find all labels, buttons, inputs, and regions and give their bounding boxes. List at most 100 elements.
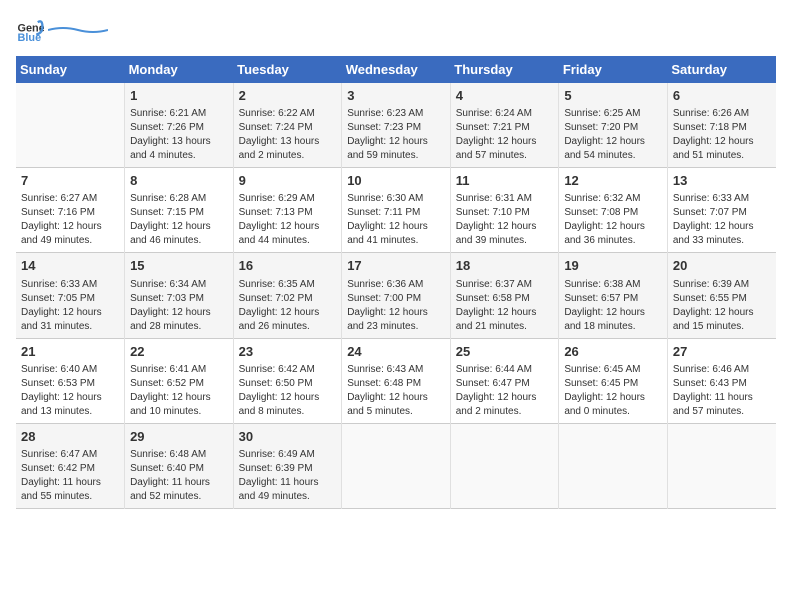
calendar-cell: 18 Sunrise: 6:37 AM Sunset: 6:58 PM Dayli… xyxy=(450,253,559,338)
day-number: 5 xyxy=(564,87,662,105)
day-info: Sunrise: 6:37 AM Sunset: 6:58 PM Dayligh… xyxy=(456,278,554,334)
day-info: Sunrise: 6:38 AM Sunset: 6:57 PM Dayligh… xyxy=(564,278,662,334)
calendar-cell xyxy=(16,83,125,168)
day-info: Sunrise: 6:43 AM Sunset: 6:48 PM Dayligh… xyxy=(347,363,445,419)
calendar-cell: 17 Sunrise: 6:36 AM Sunset: 7:00 PM Dayli… xyxy=(342,253,451,338)
calendar-cell: 27 Sunrise: 6:46 AM Sunset: 6:43 PM Dayli… xyxy=(667,338,776,423)
calendar-cell: 11Sunrise: 6:31 AM Sunset: 7:10 PM Dayli… xyxy=(450,168,559,253)
day-number: 10 xyxy=(347,172,445,190)
day-number: 16 xyxy=(239,257,337,275)
day-of-week-sunday: Sunday xyxy=(16,56,125,83)
day-info: Sunrise: 6:39 AM Sunset: 6:55 PM Dayligh… xyxy=(673,278,771,334)
day-info: Sunrise: 6:28 AM Sunset: 7:15 PM Dayligh… xyxy=(130,192,228,248)
day-info: Sunrise: 6:29 AM Sunset: 7:13 PM Dayligh… xyxy=(239,192,337,248)
day-number: 14 xyxy=(21,257,119,275)
day-number: 29 xyxy=(130,428,228,446)
calendar-cell: 28 Sunrise: 6:47 AM Sunset: 6:42 PM Dayli… xyxy=(16,423,125,508)
day-number: 1 xyxy=(130,87,228,105)
calendar-cell: 21 Sunrise: 6:40 AM Sunset: 6:53 PM Dayli… xyxy=(16,338,125,423)
day-number: 30 xyxy=(239,428,337,446)
day-info: Sunrise: 6:21 AM Sunset: 7:26 PM Dayligh… xyxy=(130,107,228,163)
day-info: Sunrise: 6:26 AM Sunset: 7:18 PM Dayligh… xyxy=(673,107,771,163)
day-info: Sunrise: 6:32 AM Sunset: 7:08 PM Dayligh… xyxy=(564,192,662,248)
day-info: Sunrise: 6:27 AM Sunset: 7:16 PM Dayligh… xyxy=(21,192,119,248)
calendar-cell: 25 Sunrise: 6:44 AM Sunset: 6:47 PM Dayli… xyxy=(450,338,559,423)
day-number: 27 xyxy=(673,343,771,361)
calendar-cell xyxy=(342,423,451,508)
day-of-week-thursday: Thursday xyxy=(450,56,559,83)
calendar-cell: 8 Sunrise: 6:28 AM Sunset: 7:15 PM Daylig… xyxy=(125,168,234,253)
day-info: Sunrise: 6:47 AM Sunset: 6:42 PM Dayligh… xyxy=(21,448,119,504)
day-number: 15 xyxy=(130,257,228,275)
day-number: 9 xyxy=(239,172,337,190)
calendar-cell: 13Sunrise: 6:33 AM Sunset: 7:07 PM Dayli… xyxy=(667,168,776,253)
calendar-cell: 7Sunrise: 6:27 AM Sunset: 7:16 PM Daylig… xyxy=(16,168,125,253)
calendar-cell: 19 Sunrise: 6:38 AM Sunset: 6:57 PM Dayli… xyxy=(559,253,668,338)
calendar-cell: 20 Sunrise: 6:39 AM Sunset: 6:55 PM Dayli… xyxy=(667,253,776,338)
day-number: 6 xyxy=(673,87,771,105)
day-info: Sunrise: 6:24 AM Sunset: 7:21 PM Dayligh… xyxy=(456,107,554,163)
day-number: 13 xyxy=(673,172,771,190)
logo: General Blue xyxy=(16,16,108,44)
calendar-cell: 2 Sunrise: 6:22 AM Sunset: 7:24 PM Daylig… xyxy=(233,83,342,168)
day-number: 21 xyxy=(21,343,119,361)
day-info: Sunrise: 6:49 AM Sunset: 6:39 PM Dayligh… xyxy=(239,448,337,504)
day-of-week-wednesday: Wednesday xyxy=(342,56,451,83)
day-of-week-friday: Friday xyxy=(559,56,668,83)
calendar-cell: 3 Sunrise: 6:23 AM Sunset: 7:23 PM Daylig… xyxy=(342,83,451,168)
day-number: 20 xyxy=(673,257,771,275)
calendar-cell: 22 Sunrise: 6:41 AM Sunset: 6:52 PM Dayli… xyxy=(125,338,234,423)
day-of-week-saturday: Saturday xyxy=(667,56,776,83)
day-info: Sunrise: 6:23 AM Sunset: 7:23 PM Dayligh… xyxy=(347,107,445,163)
calendar-cell: 30 Sunrise: 6:49 AM Sunset: 6:39 PM Dayli… xyxy=(233,423,342,508)
day-number: 28 xyxy=(21,428,119,446)
calendar-cell: 12 Sunrise: 6:32 AM Sunset: 7:08 PM Dayli… xyxy=(559,168,668,253)
day-number: 2 xyxy=(239,87,337,105)
calendar-cell: 16 Sunrise: 6:35 AM Sunset: 7:02 PM Dayli… xyxy=(233,253,342,338)
day-info: Sunrise: 6:46 AM Sunset: 6:43 PM Dayligh… xyxy=(673,363,771,419)
calendar-cell: 23Sunrise: 6:42 AM Sunset: 6:50 PM Dayli… xyxy=(233,338,342,423)
calendar-cell: 4 Sunrise: 6:24 AM Sunset: 7:21 PM Daylig… xyxy=(450,83,559,168)
day-info: Sunrise: 6:22 AM Sunset: 7:24 PM Dayligh… xyxy=(239,107,337,163)
day-number: 25 xyxy=(456,343,554,361)
day-number: 19 xyxy=(564,257,662,275)
day-info: Sunrise: 6:25 AM Sunset: 7:20 PM Dayligh… xyxy=(564,107,662,163)
day-number: 26 xyxy=(564,343,662,361)
day-number: 18 xyxy=(456,257,554,275)
day-info: Sunrise: 6:30 AM Sunset: 7:11 PM Dayligh… xyxy=(347,192,445,248)
day-info: Sunrise: 6:36 AM Sunset: 7:00 PM Dayligh… xyxy=(347,278,445,334)
calendar-cell: 15 Sunrise: 6:34 AM Sunset: 7:03 PM Dayli… xyxy=(125,253,234,338)
day-number: 23 xyxy=(239,343,337,361)
day-info: Sunrise: 6:41 AM Sunset: 6:52 PM Dayligh… xyxy=(130,363,228,419)
day-number: 17 xyxy=(347,257,445,275)
day-number: 8 xyxy=(130,172,228,190)
day-info: Sunrise: 6:40 AM Sunset: 6:53 PM Dayligh… xyxy=(21,363,119,419)
day-info: Sunrise: 6:48 AM Sunset: 6:40 PM Dayligh… xyxy=(130,448,228,504)
calendar-cell: 1 Sunrise: 6:21 AM Sunset: 7:26 PM Daylig… xyxy=(125,83,234,168)
calendar-cell: 6 Sunrise: 6:26 AM Sunset: 7:18 PM Daylig… xyxy=(667,83,776,168)
day-info: Sunrise: 6:44 AM Sunset: 6:47 PM Dayligh… xyxy=(456,363,554,419)
calendar-cell: 9 Sunrise: 6:29 AM Sunset: 7:13 PM Daylig… xyxy=(233,168,342,253)
logo-wave xyxy=(48,26,108,34)
day-of-week-tuesday: Tuesday xyxy=(233,56,342,83)
calendar-cell: 24 Sunrise: 6:43 AM Sunset: 6:48 PM Dayli… xyxy=(342,338,451,423)
day-number: 11 xyxy=(456,172,554,190)
calendar-cell xyxy=(559,423,668,508)
day-number: 22 xyxy=(130,343,228,361)
day-info: Sunrise: 6:35 AM Sunset: 7:02 PM Dayligh… xyxy=(239,278,337,334)
calendar-cell: 26 Sunrise: 6:45 AM Sunset: 6:45 PM Dayli… xyxy=(559,338,668,423)
calendar-cell: 10 Sunrise: 6:30 AM Sunset: 7:11 PM Dayli… xyxy=(342,168,451,253)
calendar-cell: 29 Sunrise: 6:48 AM Sunset: 6:40 PM Dayli… xyxy=(125,423,234,508)
day-number: 12 xyxy=(564,172,662,190)
calendar-cell xyxy=(450,423,559,508)
day-info: Sunrise: 6:45 AM Sunset: 6:45 PM Dayligh… xyxy=(564,363,662,419)
day-info: Sunrise: 6:33 AM Sunset: 7:05 PM Dayligh… xyxy=(21,278,119,334)
day-info: Sunrise: 6:34 AM Sunset: 7:03 PM Dayligh… xyxy=(130,278,228,334)
svg-text:Blue: Blue xyxy=(18,32,42,44)
header: General Blue xyxy=(16,16,776,44)
calendar-table: SundayMondayTuesdayWednesdayThursdayFrid… xyxy=(16,56,776,509)
day-number: 4 xyxy=(456,87,554,105)
day-number: 24 xyxy=(347,343,445,361)
calendar-cell: 5 Sunrise: 6:25 AM Sunset: 7:20 PM Daylig… xyxy=(559,83,668,168)
day-number: 3 xyxy=(347,87,445,105)
